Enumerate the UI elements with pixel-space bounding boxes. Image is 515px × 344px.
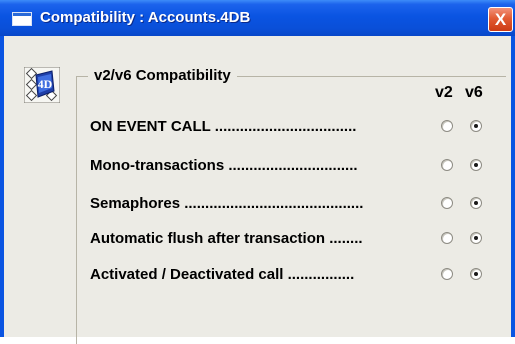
close-button[interactable]: X xyxy=(488,7,513,32)
close-icon: X xyxy=(494,10,507,29)
automatic-flush-v2-radio[interactable] xyxy=(441,232,453,244)
on-event-call-v6-radio[interactable] xyxy=(470,120,482,132)
window-title: Compatibility : Accounts.4DB xyxy=(40,9,251,26)
option-label-semaphores: Semaphores .............................… xyxy=(90,195,364,212)
svg-text:4D: 4D xyxy=(38,77,53,91)
on-event-call-v2-radio[interactable] xyxy=(441,120,453,132)
automatic-flush-v6-radio[interactable] xyxy=(470,232,482,244)
semaphores-v6-radio[interactable] xyxy=(470,197,482,209)
semaphores-v2-radio[interactable] xyxy=(441,197,453,209)
dialog-client-area: 4D v2/v6 Compatibility v2 v6 ON EVENT CA… xyxy=(4,36,511,344)
option-label-on-event-call: ON EVENT CALL ..........................… xyxy=(90,118,357,135)
option-label-mono-transactions: Mono-transactions ......................… xyxy=(90,157,358,174)
mono-transactions-v2-radio[interactable] xyxy=(441,159,453,171)
window-icon xyxy=(12,12,32,26)
activated-deactivated-call-v2-radio[interactable] xyxy=(441,268,453,280)
title-bar[interactable]: Compatibility : Accounts.4DB X xyxy=(0,0,515,36)
activated-deactivated-call-v6-radio[interactable] xyxy=(470,268,482,280)
4d-database-icon: 4D xyxy=(24,67,60,103)
mono-transactions-v6-radio[interactable] xyxy=(470,159,482,171)
compatibility-window: Compatibility : Accounts.4DB X 4D v2/v6 … xyxy=(0,0,515,344)
option-label-automatic-flush: Automatic flush after transaction ......… xyxy=(90,230,363,247)
column-header-v6: v6 xyxy=(465,84,483,101)
group-title: v2/v6 Compatibility xyxy=(88,67,237,84)
column-header-v2: v2 xyxy=(435,84,453,101)
option-label-activated-deactivated-call: Activated / Deactivated call ...........… xyxy=(90,266,355,283)
